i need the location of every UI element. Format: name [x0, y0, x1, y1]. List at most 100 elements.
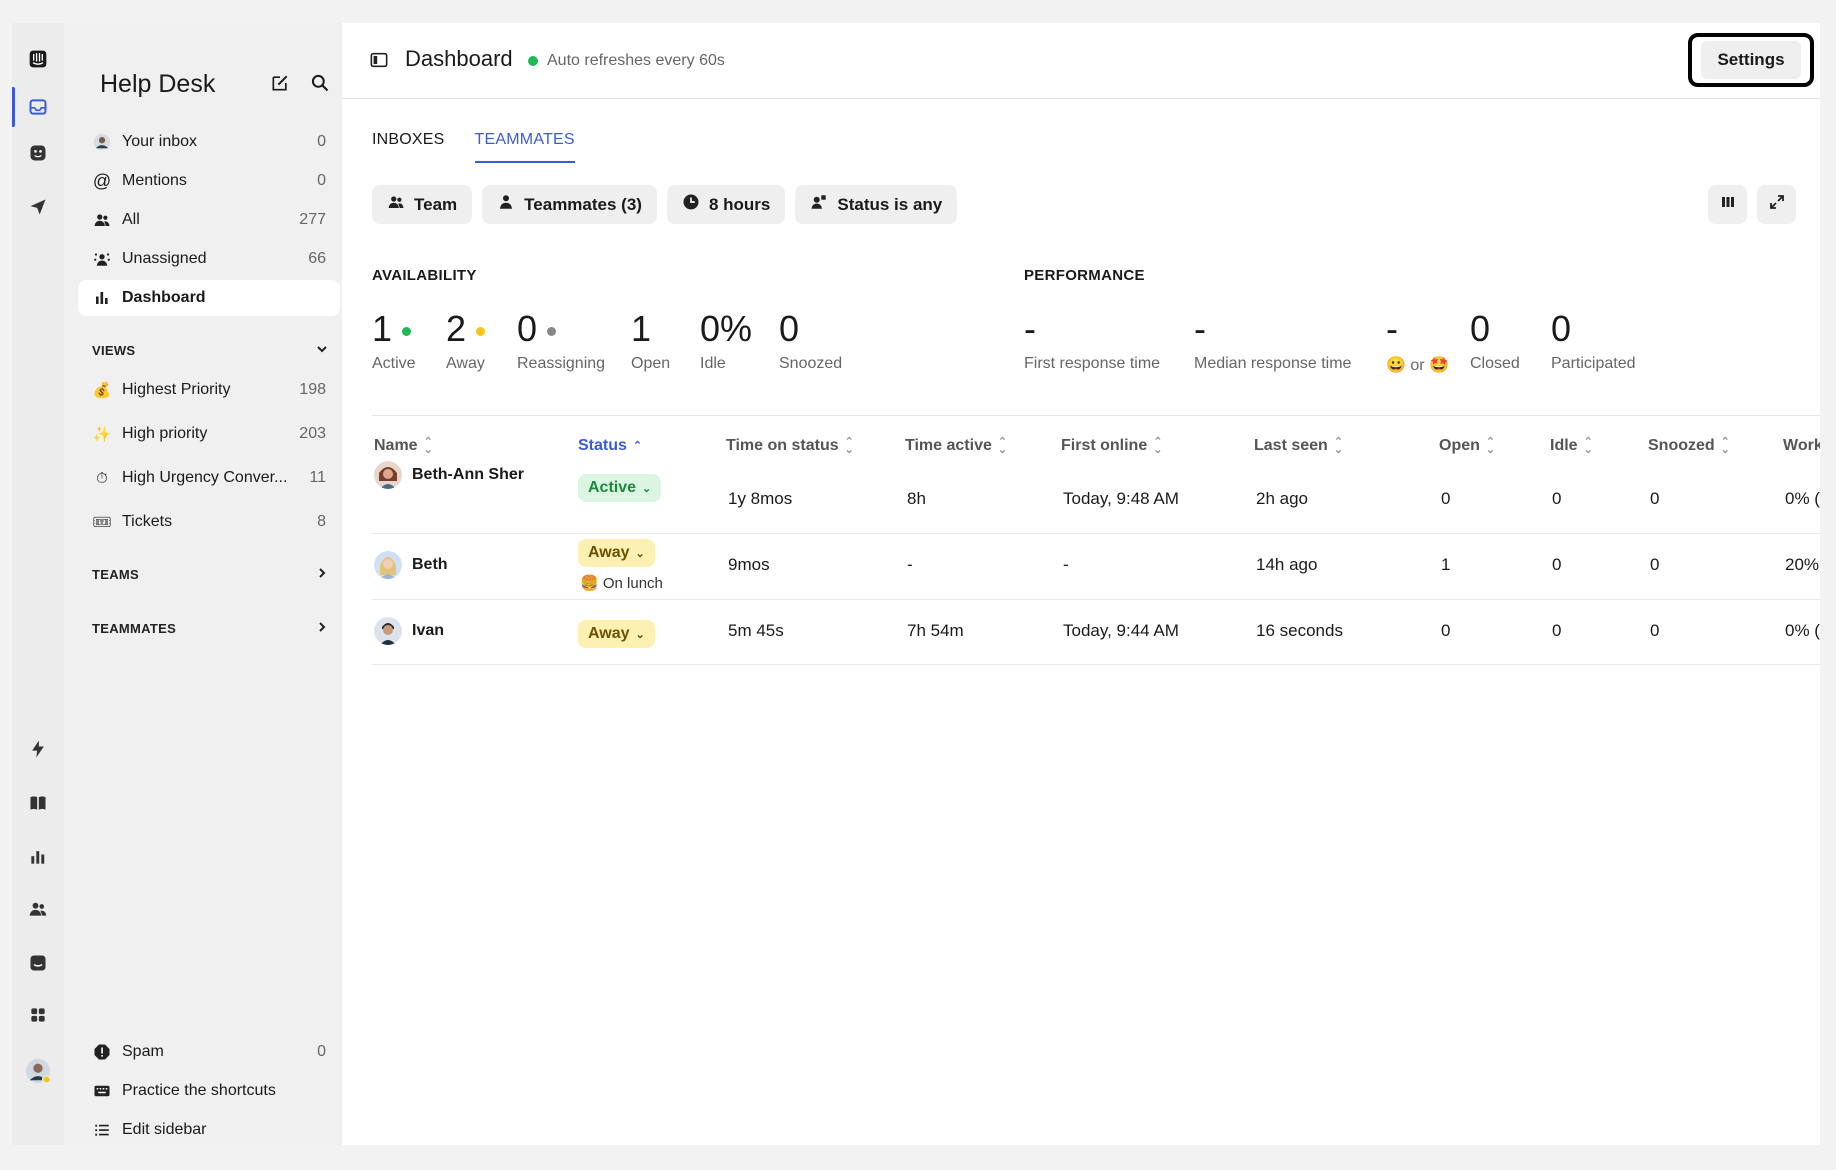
col-header-label: Open: [1439, 437, 1480, 454]
teams-label: TEAMS: [92, 567, 139, 582]
tab-inboxes[interactable]: INBOXES: [372, 131, 445, 163]
expand-button[interactable]: [1757, 185, 1796, 224]
col-header-open[interactable]: Open ⌃ ⌄: [1439, 436, 1496, 456]
idle-count: 0: [1552, 489, 1562, 508]
sidebar-view-tickets[interactable]: 🎟 Tickets 8: [78, 504, 340, 540]
logo-icon[interactable]: [12, 37, 64, 81]
book-icon[interactable]: [12, 781, 64, 825]
lightning-icon[interactable]: [12, 727, 64, 771]
time-on-status: 5m 45s: [728, 621, 784, 640]
stat-label: Open: [631, 355, 671, 372]
col-header-time-active[interactable]: Time active ⌃ ⌄: [905, 437, 1007, 456]
sort-icon: ⌃ ⌄: [1485, 436, 1496, 456]
columns-button[interactable]: [1708, 185, 1747, 224]
col-header-snoozed[interactable]: Snoozed ⌃ ⌄: [1648, 437, 1730, 456]
col-header-name[interactable]: Name ⌃ ⌄: [374, 437, 433, 456]
outbound-icon[interactable]: [12, 185, 64, 229]
stat-label: Away: [446, 355, 485, 372]
people-icon: [92, 210, 112, 230]
fin-icon[interactable]: [12, 131, 64, 175]
messenger-icon[interactable]: [12, 941, 64, 985]
sidebar-item-edit-sidebar[interactable]: Edit sidebar: [78, 1112, 340, 1148]
time-range-filter[interactable]: 8 hours: [666, 185, 786, 224]
sidebar-item-label: Highest Priority: [122, 381, 231, 398]
sidebar-item-label: Unassigned: [122, 250, 207, 267]
compose-icon[interactable]: [270, 73, 290, 93]
col-header-status[interactable]: Status ⌃: [578, 437, 642, 455]
col-header-label: First online: [1061, 437, 1148, 454]
chevron-down-icon: ⌄: [635, 628, 645, 641]
teammate-name: Beth-Ann Sher: [412, 466, 524, 483]
col-header-time-on-status[interactable]: Time on status ⌃ ⌄: [726, 437, 854, 456]
sidebar-toggle-icon[interactable]: [370, 51, 390, 71]
status-filter[interactable]: Status is any: [795, 185, 958, 224]
person-icon: [497, 193, 515, 216]
profile-avatar[interactable]: [12, 1049, 64, 1093]
sidebar-view-high-priority[interactable]: ✨ High priority 203: [78, 416, 340, 452]
away-dot: [476, 326, 486, 336]
col-header-idle[interactable]: Idle ⌃ ⌄: [1550, 437, 1593, 456]
sparkles-icon: ✨: [92, 426, 112, 443]
sidebar-item-dashboard[interactable]: Dashboard: [78, 280, 340, 316]
teams-section-header[interactable]: TEAMS: [92, 567, 328, 582]
stats-divider: [372, 415, 1820, 416]
search-icon[interactable]: [310, 73, 330, 93]
col-header-first-online[interactable]: First online ⌃ ⌄: [1061, 437, 1162, 456]
tab-teammates[interactable]: TEAMMATES: [474, 131, 575, 163]
chevron-right-icon: [316, 567, 328, 582]
stat-reassigning: 0 Reassigning: [517, 311, 605, 373]
stat-median-response: - Median response time: [1194, 311, 1351, 373]
stat-value: 0: [779, 308, 800, 349]
table-row-person[interactable]: Beth: [374, 551, 448, 579]
apps-icon[interactable]: [12, 993, 64, 1037]
table-row-person[interactable]: Ivan: [374, 617, 444, 645]
col-header-label: Time active: [905, 437, 992, 454]
col-header-label: Status: [578, 437, 627, 454]
teammates-filter[interactable]: Teammates (3): [482, 185, 657, 224]
sidebar-item-mentions[interactable]: @ Mentions 0: [78, 163, 340, 199]
stat-value: -: [1024, 308, 1036, 349]
sidebar-item-label: High priority: [122, 425, 208, 442]
last-seen: 14h ago: [1256, 555, 1318, 574]
stat-value: 1: [372, 308, 393, 349]
stat-snoozed: 0 Snoozed: [779, 311, 842, 373]
row-divider: [372, 599, 1820, 600]
sidebar-item-count: 203: [299, 425, 326, 442]
sidebar-item-unassigned[interactable]: Unassigned 66: [78, 241, 340, 277]
teammates-section-header[interactable]: TEAMMATES: [92, 621, 328, 636]
settings-button[interactable]: Settings: [1688, 33, 1814, 87]
contacts-icon[interactable]: [12, 887, 64, 931]
inbox-icon[interactable]: [12, 85, 64, 129]
sort-asc-icon: ⌃: [632, 440, 643, 452]
stat-idle: 0% Idle: [700, 311, 752, 373]
status-badge[interactable]: Away ⌄: [578, 539, 655, 567]
reports-icon[interactable]: [12, 835, 64, 879]
settings-button-label: Settings: [1701, 41, 1801, 79]
col-header-last-seen[interactable]: Last seen ⌃ ⌄: [1254, 437, 1343, 456]
sidebar-item-shortcuts[interactable]: Practice the shortcuts: [78, 1073, 340, 1109]
sidebar-item-label: Dashboard: [122, 289, 206, 306]
chevron-down-icon: ⌄: [635, 547, 645, 560]
sidebar-view-high-urgency[interactable]: ⏱ High Urgency Conver... 11: [78, 460, 340, 496]
reassigning-dot: [547, 326, 557, 336]
team-filter[interactable]: Team: [372, 185, 473, 224]
sidebar-item-label: High Urgency Conver...: [122, 469, 288, 486]
open-count: 0: [1441, 621, 1451, 640]
snoozed-count: 0: [1650, 621, 1660, 640]
stat-value: 0: [1551, 308, 1572, 349]
status-badge[interactable]: Active ⌄: [578, 474, 662, 502]
sidebar-view-highest-priority[interactable]: 💰 Highest Priority 198: [78, 372, 340, 408]
stat-label: Idle: [700, 355, 726, 372]
stat-label: Closed: [1470, 355, 1520, 372]
sidebar-item-all[interactable]: All 277: [78, 202, 340, 238]
status-note: 🍔 On lunch: [580, 575, 663, 592]
col-header-work[interactable]: Work: [1783, 437, 1820, 455]
col-header-label: Idle: [1550, 437, 1578, 454]
keyboard-icon: [92, 1081, 112, 1101]
views-section-header[interactable]: VIEWS: [92, 343, 328, 358]
chevron-down-icon: ⌄: [642, 482, 652, 495]
table-row-person[interactable]: Beth-Ann Sher: [374, 461, 524, 489]
sidebar-item-spam[interactable]: Spam 0: [78, 1034, 340, 1070]
sidebar-item-your-inbox[interactable]: Your inbox 0: [78, 124, 340, 160]
status-badge[interactable]: Away ⌄: [578, 620, 655, 648]
